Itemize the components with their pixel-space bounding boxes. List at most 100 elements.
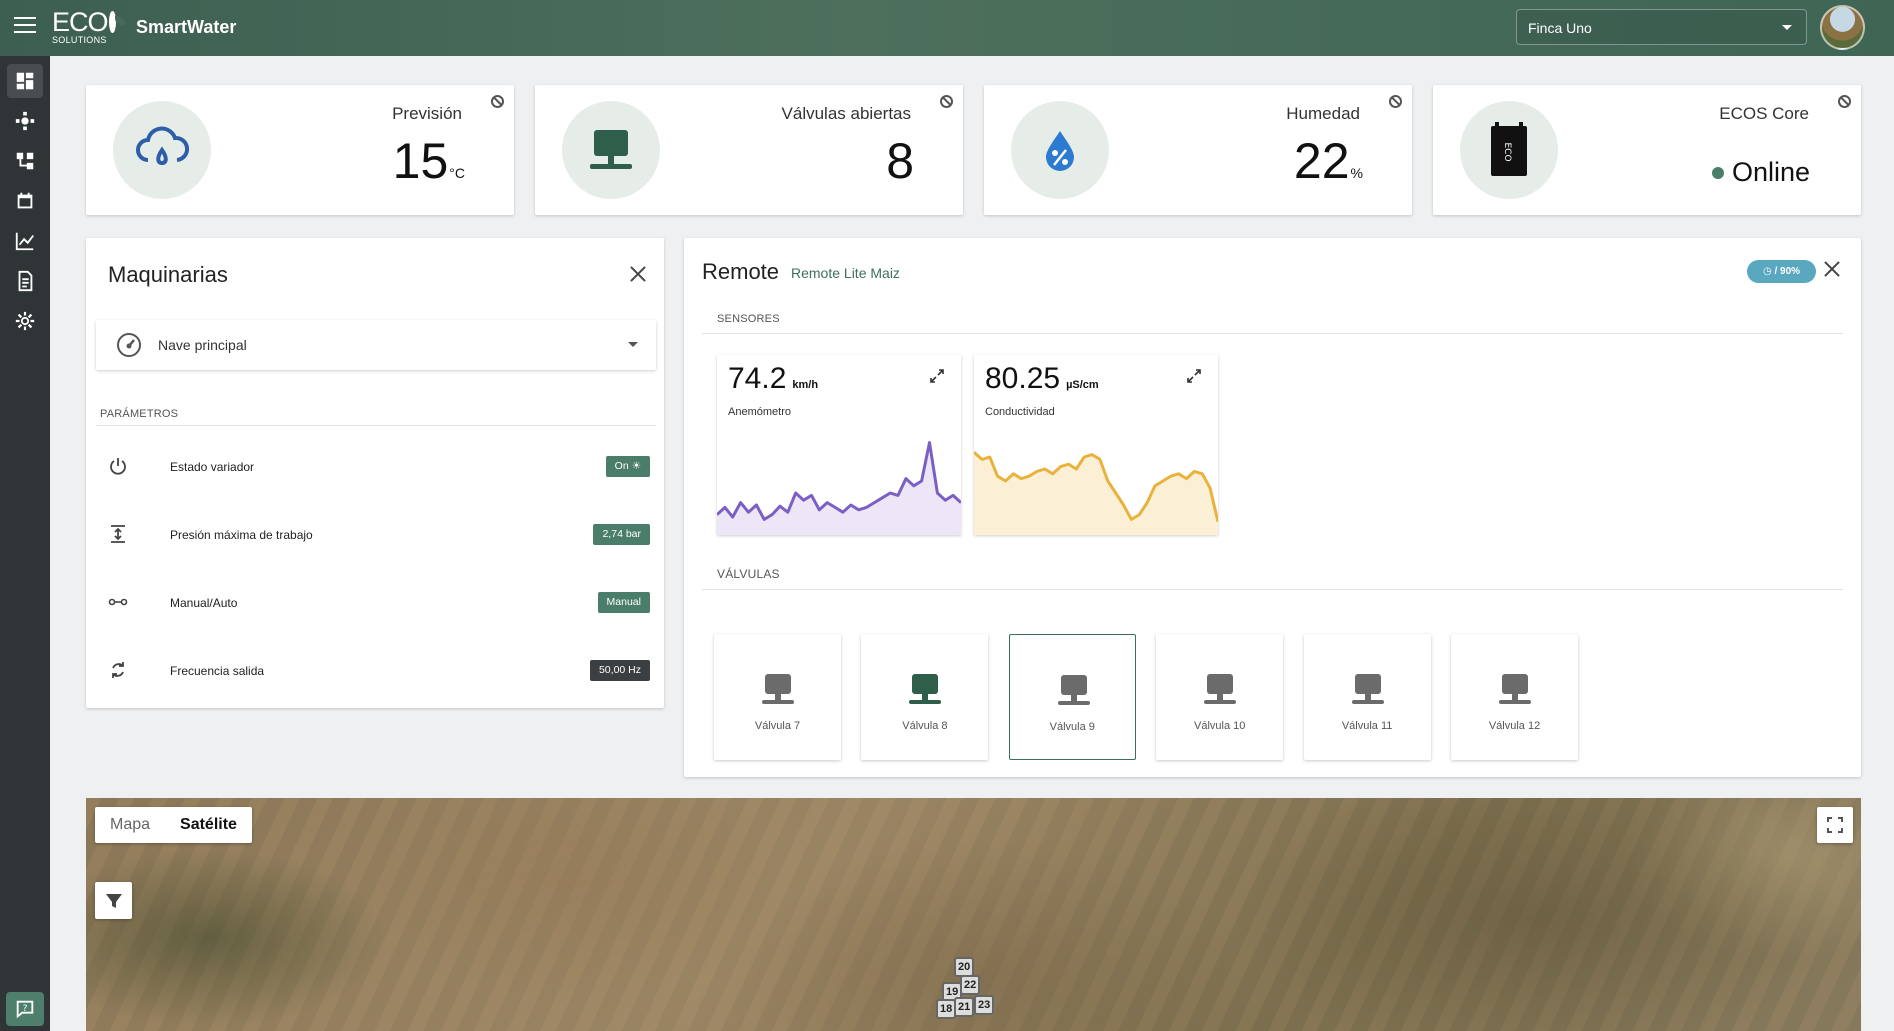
param-name: Frecuencia salida xyxy=(170,664,265,678)
map-type-map[interactable]: Mapa xyxy=(95,807,165,843)
map-marker[interactable]: 20 xyxy=(954,957,975,977)
machinery-select[interactable]: Nave principal xyxy=(96,320,656,370)
valve-card[interactable]: Válvula 10 xyxy=(1156,634,1284,760)
sidebar-item-network[interactable] xyxy=(7,144,43,178)
valve-name: Válvula 9 xyxy=(1049,721,1095,733)
valve-name: Válvula 8 xyxy=(902,720,948,732)
valve-card[interactable]: Válvula 11 xyxy=(1303,634,1431,760)
calendar-icon xyxy=(17,192,33,209)
power-icon xyxy=(110,458,126,475)
filter-button[interactable] xyxy=(95,882,132,919)
gauge-icon xyxy=(117,333,141,357)
map-marker[interactable]: 22 xyxy=(960,975,981,995)
sidebar-item-settings[interactable] xyxy=(7,304,43,338)
rain-cloud-icon xyxy=(113,101,211,199)
sidebar: ? xyxy=(0,56,50,1031)
stat-card-humidity: Humedad 22% xyxy=(984,85,1412,215)
sensor-name: Anemómetro xyxy=(728,406,791,418)
sidebar-item-reports[interactable] xyxy=(7,264,43,298)
machinery-title: Maquinarias xyxy=(108,262,228,287)
close-icon[interactable] xyxy=(1824,261,1840,277)
map-type-satellite[interactable]: Satélite xyxy=(165,807,252,843)
sensor-sparkline xyxy=(974,451,1218,535)
valve-icon xyxy=(762,674,794,704)
param-row: Estado variador On ☀ xyxy=(108,446,650,486)
expand-icon[interactable] xyxy=(930,369,944,383)
map-marker[interactable]: 18 xyxy=(936,999,957,1019)
stat-unit: % xyxy=(1350,165,1363,181)
pump-icon xyxy=(15,111,35,131)
valve-icon xyxy=(1057,675,1090,705)
param-row: Presión máxima de trabajo 2,74 bar xyxy=(108,514,650,554)
param-row: Manual/Auto Manual xyxy=(108,582,650,622)
valve-card[interactable]: Válvula 8 xyxy=(861,634,989,760)
stat-label: Humedad xyxy=(1286,104,1360,123)
farm-select-value: Finca Uno xyxy=(1528,20,1592,36)
fullscreen-button[interactable] xyxy=(1817,807,1853,843)
help-chat-button[interactable]: ? xyxy=(6,992,44,1026)
machinery-card: Maquinarias Nave principal Parámetros Es… xyxy=(86,238,664,708)
app-title: SmartWater xyxy=(136,17,237,37)
close-icon[interactable] xyxy=(630,266,646,282)
leaf-icon xyxy=(108,11,126,33)
filter-icon xyxy=(105,893,122,908)
stat-value: 22% xyxy=(1294,132,1363,190)
fullscreen-icon xyxy=(1827,817,1843,833)
sidebar-item-charts[interactable] xyxy=(7,224,43,258)
battery-badge: ◷ / 90% xyxy=(1747,260,1816,283)
logo[interactable]: ECO SOLUTIONS xyxy=(52,8,126,46)
sidebar-item-calendar[interactable] xyxy=(7,184,43,218)
remote-card: Remote Remote Lite Maiz ◷ / 90% Sensores… xyxy=(684,238,1861,777)
stat-card-forecast: Previsión 15°C xyxy=(86,85,514,215)
stat-label: ECOS Core xyxy=(1719,104,1809,123)
sensor-card-conductivity[interactable]: 80.25 µS/cm Conductividad xyxy=(974,355,1218,535)
valve-icon xyxy=(909,674,942,704)
valve-card[interactable]: Válvula 9 xyxy=(1008,634,1136,760)
valve-icon xyxy=(1351,674,1384,704)
farm-select[interactable]: Finca Uno xyxy=(1516,9,1807,45)
network-icon xyxy=(16,152,34,170)
map-marker[interactable]: 23 xyxy=(974,995,995,1015)
valve-name: Válvula 12 xyxy=(1488,720,1541,732)
sidebar-item-pumps[interactable] xyxy=(7,104,43,138)
stat-card-open-valves: Válvulas abiertas 8 xyxy=(535,85,963,215)
sparkline-area xyxy=(717,442,961,535)
valves-label: Válvulas xyxy=(717,567,780,581)
chevron-down-icon xyxy=(1782,25,1792,30)
logo-subtext: SOLUTIONS xyxy=(52,35,107,45)
sensor-number: 80.25 xyxy=(985,362,1061,395)
pin-icon[interactable] xyxy=(491,95,504,108)
satellite-map[interactable]: Mapa Satélite 20 22 19 21 23 18 xyxy=(86,798,1861,1031)
gear-icon xyxy=(15,311,35,331)
expand-icon[interactable] xyxy=(1187,369,1201,383)
param-name: Presión máxima de trabajo xyxy=(170,528,313,542)
avatar[interactable] xyxy=(1820,5,1865,50)
sensor-unit: km/h xyxy=(792,379,819,391)
sensor-card-anemometer[interactable]: 74.2 km/h Anemómetro xyxy=(717,355,961,535)
divider xyxy=(96,425,656,426)
status-text: Online xyxy=(1731,157,1810,187)
svg-text:?: ? xyxy=(23,1003,28,1014)
map-marker[interactable]: 21 xyxy=(954,997,975,1017)
divider xyxy=(702,589,1843,590)
chart-icon xyxy=(15,232,34,251)
sidebar-item-dashboard[interactable] xyxy=(7,64,43,98)
pin-icon[interactable] xyxy=(1838,95,1851,108)
pin-icon[interactable] xyxy=(1389,95,1402,108)
pin-icon[interactable] xyxy=(940,95,953,108)
valve-name: Válvula 11 xyxy=(1341,720,1393,732)
stat-value: 15°C xyxy=(393,132,465,190)
valve-icon xyxy=(1204,674,1237,704)
remote-title: Remote xyxy=(702,259,780,284)
param-name: Manual/Auto xyxy=(170,596,238,610)
remote-subtitle[interactable]: Remote Lite Maiz xyxy=(791,265,900,281)
top-bar: ECO SOLUTIONS SmartWater Finca Uno xyxy=(0,0,1894,56)
valve-card[interactable]: Válvula 12 xyxy=(1451,634,1578,760)
valve-icon xyxy=(562,101,660,199)
stat-label: Válvulas abiertas xyxy=(781,104,911,123)
param-badge: Manual xyxy=(597,592,650,613)
valve-card[interactable]: Válvula 7 xyxy=(714,634,841,760)
valve-name: Válvula 7 xyxy=(754,720,801,732)
sensor-sparkline xyxy=(717,441,961,535)
menu-icon[interactable] xyxy=(14,17,36,35)
